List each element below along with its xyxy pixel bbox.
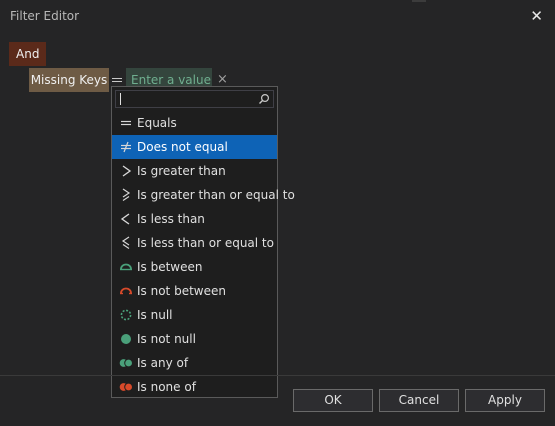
operator-item[interactable]: Is greater than: [112, 159, 277, 183]
operator-item[interactable]: Is not between: [112, 279, 277, 303]
not-equal-icon: [121, 141, 131, 153]
greater-or-equal-icon: [122, 188, 131, 201]
operator-item[interactable]: Is any of: [112, 351, 277, 375]
title-bar-mark: [412, 0, 426, 2]
operator-item-label: Is null: [137, 308, 173, 322]
equals-icon: [121, 120, 131, 126]
operator-item[interactable]: Is null: [112, 303, 277, 327]
search-input[interactable]: [115, 90, 274, 108]
operator-item-label: Is none of: [137, 380, 196, 394]
null-icon: [120, 309, 132, 321]
ok-button[interactable]: OK: [293, 389, 373, 412]
less-or-equal-icon: [121, 236, 130, 249]
none-of-icon: [119, 382, 133, 392]
operator-item-label: Is not between: [137, 284, 226, 298]
operator-item-label: Is less than: [137, 212, 205, 226]
apply-button[interactable]: Apply: [465, 389, 545, 412]
operator-item-label: Does not equal: [137, 140, 228, 154]
operator-item-label: Equals: [137, 116, 177, 130]
less-than-icon: [120, 213, 130, 225]
close-icon[interactable]: ✕: [530, 7, 543, 25]
operator-item[interactable]: Equals: [112, 111, 277, 135]
operator-list: Equals Does not equal Is greater than Is gr…: [112, 111, 295, 399]
any-of-icon: [119, 358, 133, 368]
operator-item[interactable]: Is less than: [112, 207, 277, 231]
operator-item-label: Is greater than or equal to: [137, 188, 295, 202]
operator-item-label: Is between: [137, 260, 203, 274]
operator-item[interactable]: Is none of: [112, 375, 277, 399]
operator-item[interactable]: Is greater than or equal to: [112, 183, 295, 207]
text-caret: [120, 93, 121, 105]
not-null-icon: [121, 334, 131, 344]
window-title: Filter Editor: [10, 9, 80, 23]
operator-item[interactable]: Is less than or equal to: [112, 231, 277, 255]
search-icon: [259, 93, 270, 104]
operator-item[interactable]: Is not null: [112, 327, 277, 351]
operator-item[interactable]: Does not equal: [112, 135, 277, 159]
group-operator-and[interactable]: And: [9, 42, 47, 66]
title-bar: Filter Editor ✕: [0, 0, 555, 34]
operator-item-label: Is greater than: [137, 164, 226, 178]
operator-item[interactable]: Is between: [112, 255, 277, 279]
greater-than-icon: [122, 165, 132, 177]
cancel-button[interactable]: Cancel: [379, 389, 459, 412]
between-icon: [120, 263, 132, 271]
field-chip[interactable]: Missing Keys: [29, 68, 109, 92]
operator-item-label: Is any of: [137, 356, 189, 370]
footer-divider: [0, 375, 555, 376]
not-between-icon: [120, 287, 132, 295]
operator-item-label: Is less than or equal to: [137, 236, 274, 250]
operator-item-label: Is not null: [137, 332, 196, 346]
operator-dropdown: Equals Does not equal Is greater than Is gr…: [111, 86, 295, 399]
